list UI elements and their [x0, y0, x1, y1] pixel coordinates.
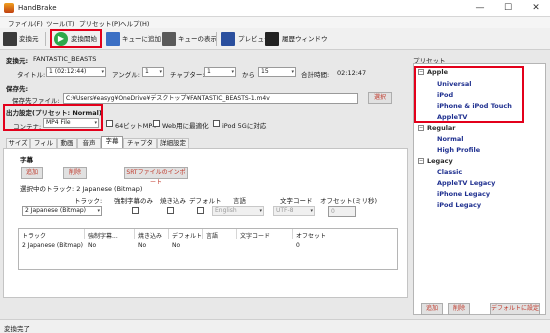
maximize-icon[interactable]: ☐ — [494, 0, 522, 17]
add-queue-icon[interactable] — [106, 32, 120, 46]
close-icon[interactable]: ✕ — [522, 0, 550, 17]
duration-value: 02:12:47 — [337, 69, 367, 77]
status-text: 変換完了 — [4, 325, 30, 333]
remove-preset-button[interactable]: 削除 — [448, 303, 470, 315]
charcode-label: 文字コード — [280, 197, 313, 205]
chapter-start-select[interactable]: 1 ▾ — [204, 67, 236, 77]
col-offset[interactable]: オフセット — [296, 231, 326, 240]
minimize-icon[interactable]: — — [466, 0, 494, 17]
subtitles-heading: 字幕 — [20, 156, 33, 164]
clapperboard-icon[interactable] — [3, 32, 17, 46]
web-optimized-label: Web用に最適化 — [162, 122, 209, 130]
tab-video[interactable]: 動画 — [57, 138, 77, 148]
track-label: トラック: — [74, 197, 103, 205]
start-highlight-box — [50, 29, 102, 48]
track-select[interactable]: 2 Japanese (Bitmap) ▾ — [22, 206, 102, 216]
tab-subtitles[interactable]: 字幕 — [101, 136, 123, 148]
preview-icon[interactable] — [221, 32, 235, 46]
title-label: タイトル: — [17, 71, 46, 79]
collapse-legacy-icon[interactable]: − — [418, 158, 424, 164]
cell-burned: No — [138, 242, 147, 249]
menu-bar: ファイル(F) ツール(T) プリセット(P) ヘルプ(H) — [0, 17, 550, 28]
chapter-from-label: から — [242, 71, 255, 79]
cell-track: 2 Japanese (Bitmap) — [22, 242, 84, 249]
remove-subtitle-button[interactable]: 削除 — [63, 167, 87, 179]
col-language[interactable]: 言語 — [206, 231, 218, 240]
charcode-select[interactable]: UTF-8 ▾ — [273, 206, 315, 216]
window-title: HandBrake — [18, 4, 57, 12]
import-srt-button[interactable]: SRTファイルのインポート — [124, 167, 188, 186]
tab-size[interactable]: サイズ — [6, 138, 30, 148]
activity-log-icon[interactable] — [265, 32, 279, 46]
chapter-end-select[interactable]: 15 ▾ — [258, 67, 296, 77]
status-bar: 変換完了 — [0, 319, 550, 333]
ipod-5g-label: iPod 5Gに対応 — [222, 122, 267, 130]
add-to-queue-button[interactable]: キューに追加 — [122, 32, 161, 46]
default-checkbox[interactable] — [197, 207, 204, 214]
col-burned[interactable]: 焼き込み — [138, 231, 162, 240]
queue-icon[interactable] — [162, 32, 176, 46]
tab-chapters[interactable]: チャプター — [123, 138, 157, 156]
forced-only-label: 強制字幕のみ — [114, 197, 153, 205]
destination-file-field[interactable]: C:¥Users¥easyg¥OneDrive¥デスクトップ¥FANTASTIC… — [63, 93, 358, 104]
web-optimized-checkbox[interactable] — [153, 120, 160, 127]
preset-group-legacy[interactable]: Legacy — [427, 157, 453, 165]
angle-label: アングル: — [112, 71, 140, 79]
title-select[interactable]: 1 (02:12:44) ▾ — [46, 67, 106, 77]
menu-tools[interactable]: ツール(T) — [46, 18, 75, 28]
burned-in-checkbox[interactable] — [167, 207, 174, 214]
preset-iphone-legacy[interactable]: iPhone Legacy — [437, 190, 490, 198]
tab-filters[interactable]: フィルタ — [30, 138, 57, 156]
menu-file[interactable]: ファイル(F) — [8, 18, 43, 28]
chapter-label: チャプター: — [170, 71, 205, 79]
preset-appletv-legacy[interactable]: AppleTV Legacy — [437, 179, 495, 187]
title-bar: HandBrake — ☐ ✕ — [0, 0, 550, 17]
handbrake-logo-icon — [4, 3, 14, 13]
mp4-64bit-label: 64ビットMP4 — [115, 122, 157, 130]
col-forced[interactable]: 強制字幕... — [88, 231, 118, 240]
col-default[interactable]: デフォルト — [172, 231, 202, 240]
offset-field[interactable]: 0 — [328, 206, 356, 217]
default-label: デフォルト — [189, 197, 222, 205]
col-track[interactable]: トラック — [22, 231, 46, 240]
preset-ipod-legacy[interactable]: iPod Legacy — [437, 201, 481, 209]
menu-help[interactable]: ヘルプ(H) — [120, 18, 149, 28]
toolbar: 変換元 ▶ 変換開始 キューに追加 キューの表示 プレビュー 履歴ウィンドウ — [0, 28, 550, 50]
output-highlight-box — [3, 104, 103, 131]
browse-button[interactable]: 選択 — [368, 92, 392, 104]
source-name: FANTASTIC_BEASTS — [33, 55, 97, 63]
ipod-5g-checkbox[interactable] — [213, 120, 220, 127]
duration-label: 合計時間: — [301, 71, 330, 79]
cell-offset: 0 — [296, 242, 300, 249]
burned-in-label: 焼き込み — [160, 197, 186, 205]
destination-heading: 保存先: — [6, 85, 29, 93]
preset-classic[interactable]: Classic — [437, 168, 462, 176]
preset-normal[interactable]: Normal — [437, 135, 464, 143]
source-label: 変換元: — [6, 57, 29, 65]
activity-window-button[interactable]: 履歴ウィンドウ — [282, 32, 328, 46]
preset-group-regular[interactable]: Regular — [427, 124, 456, 132]
forced-only-checkbox[interactable] — [132, 207, 139, 214]
collapse-regular-icon[interactable]: − — [418, 125, 424, 131]
col-charcode[interactable]: 文字コード — [240, 231, 270, 240]
cell-default: No — [172, 242, 181, 249]
selected-track-label: 選択中のトラック: 2 Japanese (Bitmap) — [20, 185, 143, 193]
cell-forced: No — [88, 242, 97, 249]
tab-advanced[interactable]: 詳細設定 — [157, 138, 189, 148]
apple-presets-highlight-box — [414, 66, 524, 123]
language-label: 言語 — [233, 197, 246, 205]
set-default-preset-button[interactable]: デフォルトに設定 — [490, 303, 540, 315]
menu-presets[interactable]: プリセット(P) — [79, 18, 121, 28]
language-select[interactable]: English ▾ — [212, 206, 264, 216]
preset-high-profile[interactable]: High Profile — [437, 146, 480, 154]
add-subtitle-button[interactable]: 追加 — [21, 167, 43, 179]
tab-audio[interactable]: 音声 — [77, 138, 101, 148]
offset-label: オフセット(ミリ秒) — [320, 197, 378, 205]
add-preset-button[interactable]: 追加 — [421, 303, 443, 315]
source-button[interactable]: 変換元 — [19, 32, 39, 46]
angle-select[interactable]: 1 ▾ — [142, 67, 164, 77]
show-queue-button[interactable]: キューの表示 — [178, 32, 217, 46]
mp4-64bit-checkbox[interactable] — [106, 120, 113, 127]
